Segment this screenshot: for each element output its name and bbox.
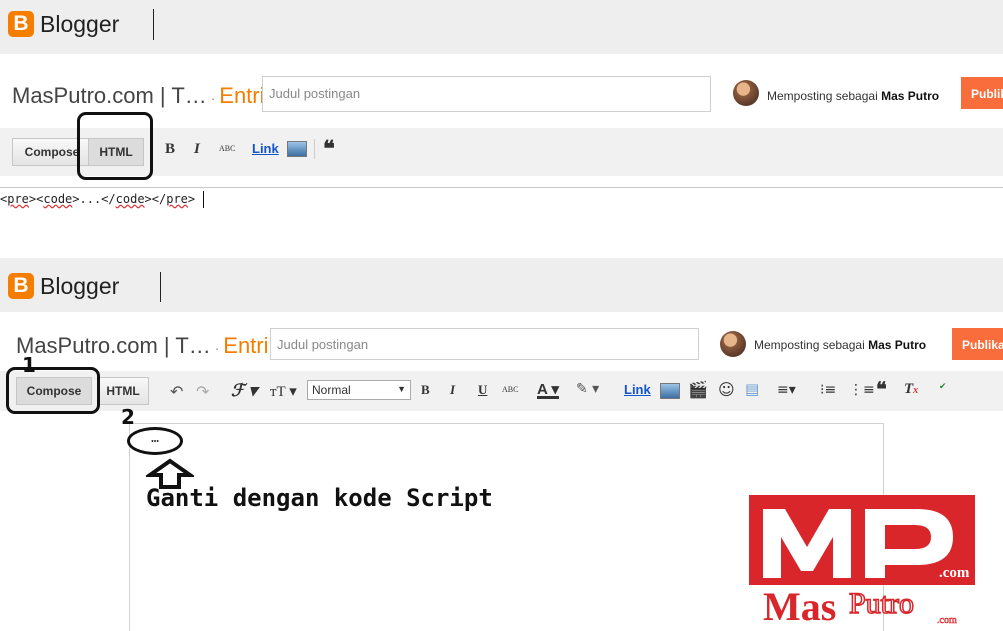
font-family-icon[interactable]: ℱ ▾ [231,381,257,401]
italic-icon[interactable]: I [194,141,200,158]
spellcheck-token: code [115,192,145,206]
top-header-bar [0,0,1003,54]
brand-name: Blogger [40,11,120,37]
spellcheck-token: code [43,192,73,206]
step-number-2: 2 [121,405,135,429]
publish-button[interactable]: Publik [961,77,1003,109]
emoji-icon[interactable]: ☺ [718,380,735,399]
highlight-compose-box [6,367,100,414]
highlight-color-icon[interactable]: ✎ ▾ [576,381,599,397]
clear-format-icon[interactable]: Tx [904,381,918,398]
ellipsis-highlight: … [127,427,183,455]
header-divider [153,9,154,40]
link-button[interactable]: Link [624,382,651,397]
posting-as-text: Memposting sebagai Mas Putro [767,89,940,103]
posting-as-text: Memposting sebagai Mas Putro [754,338,927,352]
bullet-list-icon[interactable]: ⋮≡ [849,382,875,398]
masputro-logo: .com Mas Putro .com [749,495,975,629]
blog-title[interactable]: MasPutro.com | T… · Entri [12,83,265,109]
quote-icon[interactable]: ❝ [323,136,335,162]
logo-com: .com [939,565,970,581]
redo-icon[interactable]: ↷ [196,382,209,401]
numbered-list-icon[interactable]: ⁝≡ [820,382,836,398]
logo-putro: Putro [849,587,914,620]
font-size-icon[interactable]: тT ▾ [270,382,297,401]
blog-title[interactable]: MasPutro.com | T… · Entri [16,333,269,359]
step-number-1: 1 [22,353,36,377]
code-token: >< [28,192,44,206]
header-divider [160,272,161,302]
bold-icon[interactable]: B [421,382,430,398]
avatar[interactable] [733,80,759,106]
html-button[interactable]: HTML [97,377,149,405]
blogger-logo-icon[interactable]: B [8,273,34,299]
quote-icon[interactable]: ❝ [876,377,887,402]
highlight-html-box [77,112,153,180]
post-title-input[interactable]: Judul postingan [270,328,699,360]
insert-video-icon[interactable]: 🎬 [688,380,708,399]
bottom-header-bar [0,258,1003,312]
insert-image-icon[interactable] [287,141,307,157]
text-color-icon[interactable]: A ▾ [537,380,559,398]
jump-break-icon[interactable]: ▤ [745,380,759,398]
link-button[interactable]: Link [252,141,279,156]
html-code-line: <pre><code>...</code></pre> [0,192,195,206]
blogger-logo-icon[interactable]: B [8,11,34,37]
text-cursor [203,191,204,208]
bold-icon[interactable]: B [165,141,175,158]
brand-name: Blogger [40,273,120,299]
align-icon[interactable]: ≡▾ [777,382,796,398]
logo-mas: Mas [763,584,836,629]
insert-image-icon[interactable] [660,383,680,399]
entri-label: Entri [223,333,269,358]
spellcheck-token: pre [7,192,29,206]
logo-com-small: .com [937,615,957,626]
spellcheck-icon[interactable]: ✔ [939,381,947,392]
undo-icon[interactable]: ↶ [170,382,183,401]
code-token: > [187,192,196,206]
italic-icon[interactable]: I [450,382,455,398]
avatar[interactable] [720,331,746,357]
instruction-text: Ganti dengan kode Script [146,484,493,512]
spellcheck-token: pre [166,192,188,206]
strikethrough-icon[interactable]: ABC [502,385,518,394]
strikethrough-icon[interactable]: ABC [219,144,235,153]
spacer [0,54,1003,64]
publish-button[interactable]: Publika [952,328,1003,360]
toolbar-divider [314,139,315,159]
underline-icon[interactable]: U [478,382,487,398]
code-token: ></ [144,192,167,206]
post-title-input[interactable]: Judul postingan [262,76,711,112]
code-token: >...</ [72,192,116,206]
paragraph-format-select[interactable]: Normal ▼ [307,380,411,400]
entri-label: Entri [219,83,265,108]
